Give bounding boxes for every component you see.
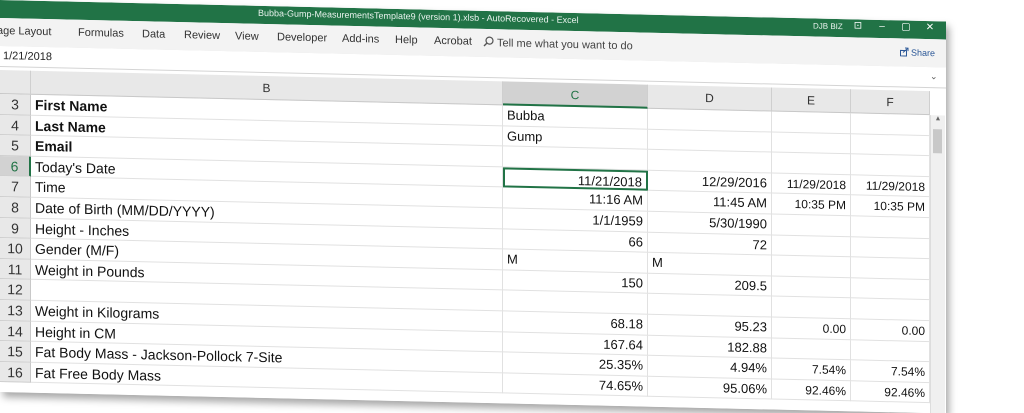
- cell-d7[interactable]: 11:45 AM: [648, 191, 772, 215]
- tab-developer[interactable]: Developer: [277, 31, 327, 44]
- cell-f10[interactable]: [851, 257, 930, 280]
- tab-view[interactable]: View: [235, 30, 259, 43]
- row-header-12[interactable]: 12: [0, 279, 31, 301]
- cell-d6[interactable]: 12/29/2016: [648, 170, 772, 194]
- cell-f16[interactable]: 92.46%: [851, 381, 930, 404]
- share-label: Share: [911, 47, 936, 59]
- column-header-c[interactable]: C: [503, 81, 648, 109]
- formula-bar-value[interactable]: 1/21/2018: [3, 50, 52, 63]
- excel-window: Bubba-Gump-MeasurementsTemplate9 (versio…: [0, 0, 946, 413]
- search-icon: [483, 36, 494, 47]
- cell-f5[interactable]: [851, 154, 930, 177]
- maximize-button[interactable]: ▢: [896, 21, 916, 32]
- cell-d12[interactable]: [648, 294, 772, 318]
- vertical-scrollbar[interactable]: ▲: [930, 115, 945, 413]
- account-name[interactable]: DJB BIZ: [813, 21, 843, 31]
- row-header-14[interactable]: 14: [0, 320, 31, 342]
- tab-add-ins[interactable]: Add-ins: [342, 33, 379, 46]
- select-all-corner[interactable]: [0, 70, 31, 95]
- cell-f12[interactable]: [851, 298, 930, 322]
- cell-d14[interactable]: 182.88: [648, 335, 772, 359]
- row-header-5[interactable]: 5: [0, 135, 31, 157]
- cell-d9[interactable]: 72: [648, 232, 772, 256]
- row-header-13[interactable]: 13: [0, 300, 31, 322]
- cell-f8[interactable]: [851, 216, 930, 239]
- window-title: Bubba-Gump-MeasurementsTemplate9 (versio…: [258, 7, 579, 26]
- cell-d11[interactable]: 209.5: [648, 273, 772, 297]
- cell-e15[interactable]: 7.54%: [772, 358, 851, 382]
- cell-e6[interactable]: 11/29/2018: [772, 173, 851, 196]
- column-header-f[interactable]: F: [851, 89, 930, 116]
- cell-d8[interactable]: 5/30/1990: [648, 211, 772, 236]
- tab-help[interactable]: Help: [395, 34, 418, 47]
- row-header-6[interactable]: 6: [0, 155, 31, 178]
- cell-d4[interactable]: [648, 129, 772, 153]
- tab-data[interactable]: Data: [142, 28, 165, 41]
- cell-e16[interactable]: 92.46%: [772, 379, 851, 402]
- row-header-4[interactable]: 4: [0, 114, 31, 136]
- tell-me-text: Tell me what you want to do: [497, 37, 633, 53]
- column-header-e[interactable]: E: [772, 87, 851, 114]
- cell-f9[interactable]: [851, 236, 930, 260]
- row-header-11[interactable]: 11: [0, 258, 31, 281]
- share-icon: [900, 47, 909, 57]
- tab-formulas[interactable]: Formulas: [78, 27, 124, 40]
- row-header-7[interactable]: 7: [0, 176, 31, 198]
- cell-e8[interactable]: [772, 214, 851, 237]
- chevron-down-icon[interactable]: ⌄: [930, 71, 938, 82]
- cell-f15[interactable]: 7.54%: [851, 360, 930, 383]
- cell-d15[interactable]: 4.94%: [648, 355, 772, 380]
- cell-f7[interactable]: 10:35 PM: [851, 195, 930, 219]
- worksheet-grid[interactable]: BCDEF 3 First Name Bubba 4 Last Name Gump 5 Ema…: [0, 70, 946, 413]
- ribbon-display-options-icon[interactable]: ⊡: [848, 20, 868, 31]
- cell-e14[interactable]: [772, 338, 851, 361]
- row-header-9[interactable]: 9: [0, 217, 31, 239]
- cell-e7[interactable]: 10:35 PM: [772, 193, 851, 217]
- cell-d10[interactable]: M: [648, 252, 772, 277]
- row-header-10[interactable]: 10: [0, 238, 31, 260]
- scroll-up-icon[interactable]: ▲: [931, 115, 945, 122]
- row-header-3[interactable]: 3: [0, 94, 31, 116]
- tab-acrobat[interactable]: Acrobat: [434, 35, 472, 48]
- cell-d16[interactable]: 95.06%: [648, 376, 772, 400]
- cell-e4[interactable]: [772, 132, 851, 155]
- cell-e3[interactable]: [772, 111, 851, 134]
- cell-f3[interactable]: [851, 113, 930, 136]
- tab-page-layout[interactable]: age Layout: [0, 25, 51, 38]
- cell-e5[interactable]: [772, 152, 851, 176]
- cell-d3[interactable]: [648, 108, 772, 133]
- cell-f14[interactable]: [851, 339, 930, 363]
- row-header-15[interactable]: 15: [0, 341, 31, 363]
- row-header-16[interactable]: 16: [0, 361, 31, 384]
- cell-d13[interactable]: 95.23: [648, 314, 772, 339]
- cell-f11[interactable]: [851, 278, 930, 301]
- cell-c16[interactable]: 74.65%: [503, 373, 648, 398]
- cell-e11[interactable]: [772, 276, 851, 299]
- cell-e10[interactable]: [772, 255, 851, 279]
- cell-d5[interactable]: [648, 149, 772, 174]
- cell-f13[interactable]: 0.00: [851, 319, 930, 342]
- close-button[interactable]: ✕: [920, 22, 940, 33]
- share-button[interactable]: Share: [900, 47, 935, 58]
- tell-me-search[interactable]: Tell me what you want to do: [483, 36, 633, 52]
- cell-e13[interactable]: 0.00: [772, 317, 851, 340]
- cell-e9[interactable]: [772, 235, 851, 258]
- tab-review[interactable]: Review: [184, 29, 220, 42]
- cell-f6[interactable]: 11/29/2018: [851, 175, 930, 198]
- minimize-button[interactable]: –: [872, 21, 892, 32]
- column-header-d[interactable]: D: [648, 84, 772, 112]
- scroll-thumb[interactable]: [933, 129, 942, 154]
- row-header-8[interactable]: 8: [0, 197, 31, 219]
- cell-e12[interactable]: [772, 296, 851, 320]
- cell-f4[interactable]: [851, 133, 930, 157]
